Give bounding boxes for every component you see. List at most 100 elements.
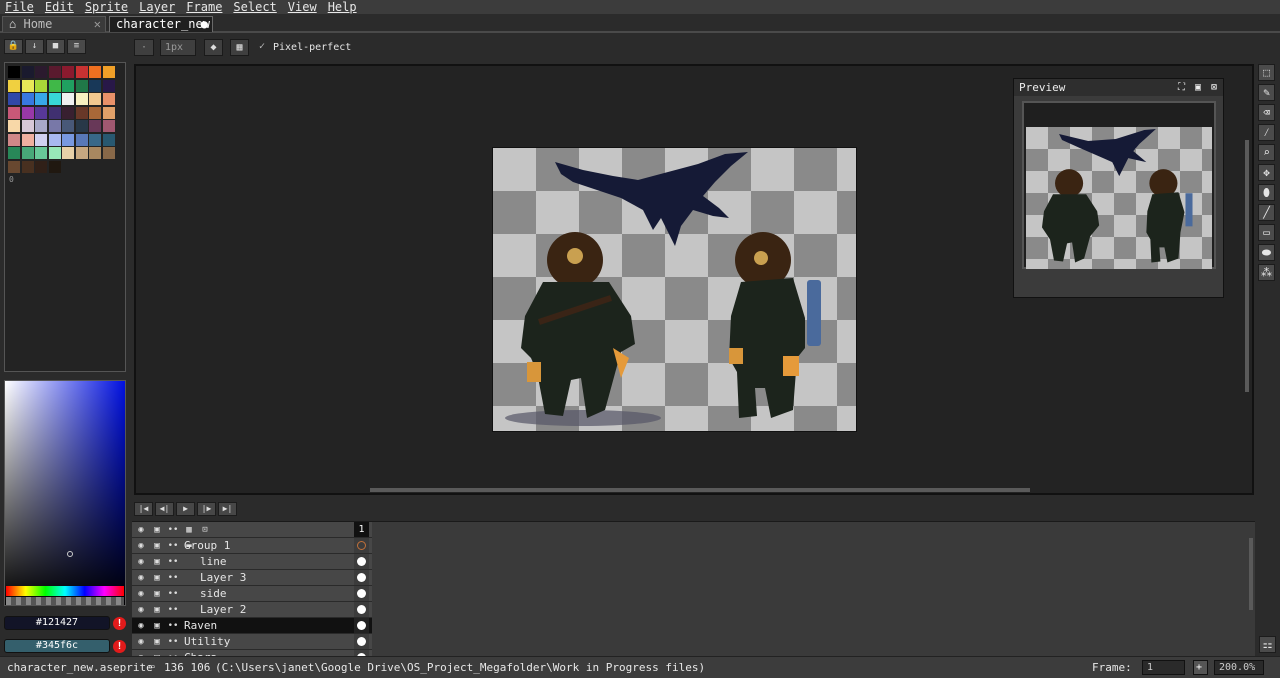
- lock-icon[interactable]: ▣: [150, 587, 164, 601]
- eye-icon[interactable]: ◉: [134, 523, 148, 537]
- palette-swatch[interactable]: [62, 120, 74, 132]
- palette-swatch[interactable]: [75, 79, 88, 92]
- preview-title-bar[interactable]: Preview ⛶ ▣ ⊠: [1014, 79, 1223, 96]
- layer-row[interactable]: ◉ ▣ •• Layer 3: [132, 570, 372, 586]
- palette-swatch[interactable]: [62, 66, 74, 78]
- palette-swatch[interactable]: [75, 120, 88, 132]
- palette-swatch[interactable]: [89, 133, 101, 146]
- foreground-color[interactable]: #121427: [4, 616, 110, 630]
- cel[interactable]: [354, 538, 369, 553]
- palette-swatch[interactable]: [89, 106, 101, 119]
- palette-swatch[interactable]: [102, 106, 115, 119]
- layer-row[interactable]: ◉ ▣ •• Layer 2: [132, 602, 372, 618]
- palette-swatch[interactable]: [75, 93, 88, 105]
- close-icon[interactable]: ✕: [94, 17, 101, 32]
- palette-swatch[interactable]: [21, 79, 34, 92]
- blur-icon[interactable]: ⁂: [1258, 264, 1275, 281]
- pixel-perfect-label[interactable]: Pixel-perfect: [273, 42, 351, 53]
- close-icon[interactable]: ⊠: [1211, 79, 1217, 96]
- palette-swatch[interactable]: [21, 147, 34, 159]
- palette-swatch[interactable]: [62, 79, 74, 92]
- palette-swatch[interactable]: [75, 147, 88, 159]
- lock-icon[interactable]: 🔒: [4, 39, 23, 54]
- palette-swatch[interactable]: [75, 66, 88, 78]
- palette-swatch[interactable]: [35, 147, 47, 159]
- lock-icon[interactable]: ▣: [150, 571, 164, 585]
- sprite-canvas[interactable]: [492, 147, 857, 432]
- palette-swatch[interactable]: [102, 93, 115, 105]
- palette-swatch[interactable]: [35, 79, 47, 92]
- zoom-icon[interactable]: ⌕: [1258, 144, 1275, 161]
- layer-row[interactable]: ◉ ▣ •• ▬ Group 1: [132, 538, 372, 554]
- zoom-input[interactable]: 200.0%: [1214, 660, 1264, 675]
- palette-swatch[interactable]: [8, 106, 20, 119]
- cel[interactable]: [354, 602, 369, 617]
- eye-icon[interactable]: ◉: [134, 619, 148, 633]
- cel[interactable]: [354, 570, 369, 585]
- continuous-icon[interactable]: ••: [166, 635, 180, 649]
- move-icon[interactable]: ✥: [1258, 164, 1275, 181]
- continuous-icon[interactable]: ••: [166, 587, 180, 601]
- eye-icon[interactable]: ◉: [134, 635, 148, 649]
- brush-type-icon[interactable]: ·: [134, 39, 154, 56]
- continuous-icon[interactable]: ••: [166, 571, 180, 585]
- preview-window[interactable]: Preview ⛶ ▣ ⊠: [1013, 78, 1224, 298]
- palette-swatch[interactable]: [89, 147, 101, 159]
- palette-swatch[interactable]: [102, 120, 115, 132]
- eyedropper-icon[interactable]: ⁄: [1258, 124, 1275, 141]
- ink-icon[interactable]: ▦: [230, 39, 249, 56]
- lock-icon[interactable]: ▣: [150, 523, 164, 537]
- contour-icon[interactable]: ⬬: [1258, 244, 1275, 261]
- palette-swatch[interactable]: [102, 147, 115, 159]
- frame-input[interactable]: 1: [1142, 660, 1185, 675]
- frame-number[interactable]: 1: [354, 522, 369, 537]
- palette-swatch[interactable]: [8, 160, 20, 173]
- continuous-icon[interactable]: ••: [166, 555, 180, 569]
- onion-skin-icon[interactable]: ▦: [182, 523, 196, 537]
- palette-swatch[interactable]: [89, 93, 101, 105]
- alpha-slider[interactable]: [6, 597, 124, 605]
- palette-swatch[interactable]: [35, 93, 47, 105]
- unsaved-dot-icon[interactable]: ●: [201, 17, 208, 32]
- palette-swatch[interactable]: [21, 106, 34, 119]
- last-frame-icon[interactable]: ▶|: [218, 502, 237, 516]
- color-palette[interactable]: 0: [4, 62, 126, 372]
- lock-icon[interactable]: ▣: [150, 555, 164, 569]
- color-picker-spectrum[interactable]: [4, 380, 126, 606]
- menu-edit[interactable]: Edit: [40, 0, 80, 14]
- previous-frame-icon[interactable]: ◀|: [155, 502, 174, 516]
- palette-swatch[interactable]: [89, 79, 101, 92]
- palette-swatch[interactable]: [102, 66, 115, 78]
- layer-row[interactable]: ◉ ▣ •• Utility: [132, 634, 372, 650]
- palette-swatch[interactable]: [62, 106, 74, 119]
- brush-size-input[interactable]: 1px: [160, 39, 196, 56]
- lock-icon[interactable]: ▣: [150, 635, 164, 649]
- palette-swatch[interactable]: [35, 120, 47, 132]
- palette-swatch[interactable]: [48, 66, 61, 78]
- fullscreen-icon[interactable]: ⛶: [1178, 79, 1185, 96]
- palette-swatch[interactable]: [48, 120, 61, 132]
- palette-swatch[interactable]: [8, 66, 20, 78]
- line-icon[interactable]: ╱: [1258, 204, 1275, 221]
- menu-view[interactable]: View: [283, 0, 323, 14]
- palette-swatch[interactable]: [21, 66, 34, 78]
- layers-timeline[interactable]: ◉ ▣ •• ▦ ⊡ 1 ◉ ▣ •• ▬ Group 1 ◉ ▣ •• line ◉ ▣ •• Lay…: [132, 521, 1255, 666]
- lock-icon[interactable]: ▣: [150, 539, 164, 553]
- layer-row[interactable]: ◉ ▣ •• line: [132, 554, 372, 570]
- palette-swatch[interactable]: [8, 120, 20, 132]
- menu-layer[interactable]: Layer: [134, 0, 181, 14]
- palette-swatch[interactable]: [89, 66, 101, 78]
- eye-icon[interactable]: ◉: [134, 603, 148, 617]
- tab-home[interactable]: ⌂ Home ✕: [2, 16, 106, 32]
- square-icon[interactable]: ■: [46, 39, 65, 54]
- palette-swatch[interactable]: [48, 147, 61, 159]
- play-icon[interactable]: ▶: [176, 502, 195, 516]
- rectangular-marquee-icon[interactable]: ⬚: [1258, 64, 1275, 81]
- palette-swatch[interactable]: [48, 160, 61, 173]
- tab-character-new[interactable]: character_new ●: [109, 16, 213, 32]
- download-icon[interactable]: ↓: [25, 39, 44, 54]
- eye-icon[interactable]: ◉: [134, 571, 148, 585]
- cel[interactable]: [354, 586, 369, 601]
- palette-swatch[interactable]: [62, 133, 74, 146]
- layer-row[interactable]: ◉ ▣ •• Raven: [132, 618, 372, 634]
